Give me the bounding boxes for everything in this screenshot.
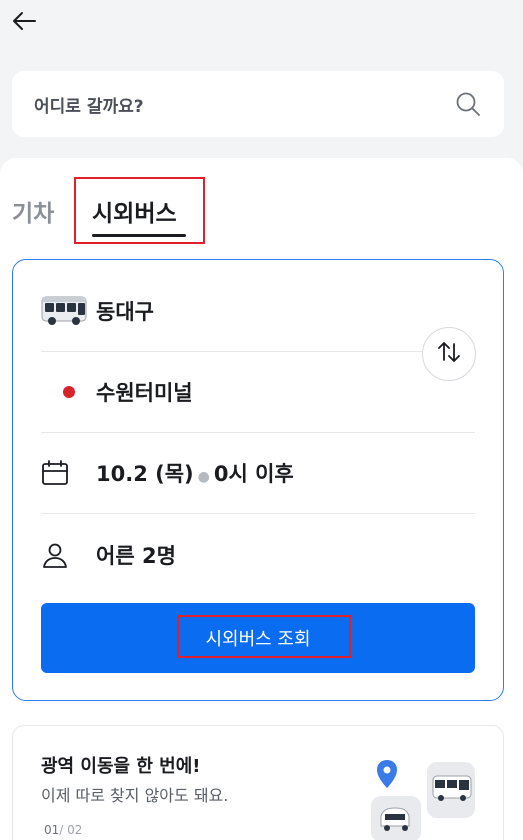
date-row[interactable]: 10.2 (목) ● 0시 이후: [41, 433, 475, 514]
swap-vertical-icon: [436, 339, 462, 369]
promo-banner[interactable]: 광역 이동을 한 번에! 이제 따로 찾지 않아도 돼요. 01/ 02: [12, 725, 504, 840]
passenger-row[interactable]: 어른 2명: [41, 514, 475, 595]
booking-sheet: 기차 시외버스 동대구 수원터미널 10.2 (목) ● 0시 이후 어른 2명…: [0, 158, 523, 840]
back-button[interactable]: [9, 8, 39, 38]
separator-dot: ●: [197, 469, 210, 485]
passenger-count: 어른 2명: [96, 543, 176, 568]
search-bar[interactable]: 어디로 갈까요?: [12, 71, 504, 137]
departure-row[interactable]: 동대구: [41, 271, 475, 352]
promo-pagination: 01/ 02: [44, 823, 82, 837]
calendar-icon: [41, 460, 96, 486]
search-icon[interactable]: [454, 90, 482, 118]
promo-illustration: [365, 756, 485, 840]
arrow-left-icon: [11, 11, 37, 35]
departure-station: 동대구: [96, 300, 154, 324]
search-input[interactable]: 어디로 갈까요?: [34, 92, 454, 117]
arrival-dot-icon: [63, 386, 75, 398]
promo-page-current: 01: [44, 823, 60, 837]
person-icon: [41, 541, 96, 569]
transport-tabs: 기차 시외버스: [0, 158, 523, 253]
search-bus-button[interactable]: 시외버스 조회: [41, 603, 475, 673]
promo-page-total: / 02: [59, 823, 83, 837]
search-form-card: 동대구 수원터미널 10.2 (목) ● 0시 이후 어른 2명 시외버스 조회: [12, 259, 504, 701]
travel-time: 0시 이후: [213, 462, 294, 486]
tab-intercity-bus[interactable]: 시외버스: [92, 194, 177, 228]
active-tab-indicator: [92, 234, 186, 237]
promo-title: 광역 이동을 한 번에!: [41, 756, 201, 777]
bus-icon: [41, 294, 96, 328]
arrival-station: 수원터미널: [96, 381, 193, 405]
swap-stations-button[interactable]: [422, 327, 476, 381]
promo-subtitle: 이제 따로 찾지 않아도 돼요.: [41, 786, 229, 805]
travel-date: 10.2 (목): [96, 462, 194, 486]
arrival-row[interactable]: 수원터미널: [41, 352, 475, 433]
tab-train[interactable]: 기차: [12, 194, 54, 228]
